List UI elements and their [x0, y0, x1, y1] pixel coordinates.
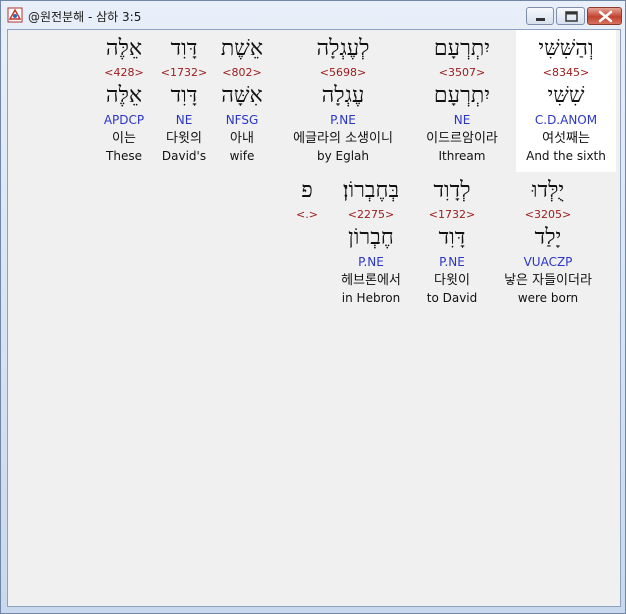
strong-number[interactable]: <8345>: [516, 66, 616, 80]
interlinear-panel: וְהַשִּׁשִּׁי <8345> שִׁשִּׁי C.D.ANOM 여…: [7, 29, 621, 607]
korean-gloss: 여섯째는: [542, 131, 590, 146]
hebrew-lemma: שִׁשִּׁי: [547, 83, 585, 108]
hebrew-lemma: חֶבְרוֹן: [348, 225, 394, 250]
app-logo-icon: [7, 7, 23, 23]
english-gloss: David's: [161, 149, 207, 163]
grammar-code: C.D.ANOM: [534, 113, 598, 127]
hebrew-lemma: אִשָּׁה: [221, 83, 263, 108]
grammar-code: VUACZP: [523, 255, 573, 269]
strong-number[interactable]: <2275>: [326, 208, 416, 222]
strong-number[interactable]: <5698>: [273, 66, 413, 80]
korean-gloss: 이드르암이라: [426, 131, 498, 146]
word-column[interactable]: יִתְרְעָם <3507> יִתְרְעָם NE 이드르암이라 Ith…: [412, 30, 512, 172]
english-gloss: These: [106, 149, 142, 163]
word-column[interactable]: פ <.>: [290, 172, 324, 314]
english-gloss: to David: [426, 291, 478, 305]
strong-number[interactable]: <802>: [216, 66, 268, 80]
hebrew-text: אֵלֶּה: [105, 36, 143, 61]
title-bar[interactable]: @원전분해 - 삼하 3:5: [1, 1, 625, 29]
korean-gloss: 헤브론에서: [341, 273, 401, 288]
english-gloss: in Hebron: [341, 291, 401, 305]
hebrew-text: פ: [301, 178, 313, 203]
word-column[interactable]: לְעֶגְלָה <5698> עֶגְלָה P.NE 에글라의 소생이니 …: [273, 30, 413, 172]
hebrew-text: לְדָוִד: [433, 178, 471, 203]
hebrew-text: דָּוִד: [170, 36, 198, 61]
korean-gloss: 아내: [230, 131, 254, 146]
grammar-code: P.NE: [439, 255, 465, 269]
strong-number[interactable]: <3507>: [412, 66, 512, 80]
hebrew-text: בְּחֶבְרוֹן׃: [342, 178, 400, 203]
grammar-code: P.NE: [358, 255, 384, 269]
strong-number[interactable]: <1732>: [156, 66, 212, 80]
korean-gloss: 에글라의 소생이니: [293, 131, 393, 146]
word-column[interactable]: לְדָוִד <1732> דָּוִד P.NE 다윗이 to David: [413, 172, 491, 314]
app-window: @원전분해 - 삼하 3:5 וְהַשִּׁשִּׁי <8345> שִׁש…: [0, 0, 626, 614]
hebrew-text: וְהַשִּׁשִּׁי: [538, 36, 594, 61]
hebrew-lemma: יִתְרְעָם: [433, 83, 491, 108]
english-gloss: And the sixth: [526, 149, 606, 163]
word-column[interactable]: יֻלְּדוּ <3205> יָלַד VUACZP 낳은 자들이더라 we…: [486, 172, 610, 314]
hebrew-lemma: עֶגְלָה: [321, 83, 365, 108]
hebrew-lemma: יָלַד: [534, 225, 562, 250]
korean-gloss: 다윗이: [434, 273, 470, 288]
hebrew-text: יִתְרְעָם: [433, 36, 491, 61]
strong-number[interactable]: <428>: [96, 66, 152, 80]
korean-gloss: 낳은 자들이더라: [504, 273, 592, 288]
word-column[interactable]: דָּוִד <1732> דָּוִד NE 다윗의 David's: [156, 30, 212, 172]
grammar-code: P.NE: [330, 113, 356, 127]
strong-number[interactable]: <3205>: [486, 208, 610, 222]
word-column[interactable]: בְּחֶבְרוֹן׃ <2275> חֶבְרוֹן P.NE 헤브론에서 …: [326, 172, 416, 314]
window-title: @원전분해 - 삼하 3:5: [28, 10, 142, 24]
grammar-code: APDCP: [103, 113, 145, 127]
word-column[interactable]: וְהַשִּׁשִּׁי <8345> שִׁשִּׁי C.D.ANOM 여…: [516, 30, 616, 172]
grammar-code: NFSG: [225, 113, 259, 127]
word-column[interactable]: אֵלֶּה <428> אֵלֶּה APDCP 이는 These: [96, 30, 152, 172]
strong-number[interactable]: <1732>: [413, 208, 491, 222]
english-gloss: were born: [517, 291, 579, 305]
word-column[interactable]: אֵשֶׁת <802> אִשָּׁה NFSG 아내 wife: [216, 30, 268, 172]
hebrew-text: יֻלְּדוּ: [531, 178, 565, 203]
english-gloss: wife: [229, 149, 255, 163]
maximize-icon: [565, 11, 578, 22]
hebrew-lemma: אֵלֶּה: [105, 83, 143, 108]
minimize-icon: [536, 18, 545, 21]
english-gloss: Ithream: [438, 149, 486, 163]
grammar-code: NE: [175, 113, 193, 127]
hebrew-text: לְעֶגְלָה: [316, 36, 370, 61]
english-gloss: by Eglah: [316, 149, 370, 163]
strong-number[interactable]: <.>: [290, 208, 324, 222]
hebrew-text: אֵשֶׁת: [220, 36, 264, 61]
hebrew-lemma: דָּוִד: [438, 225, 466, 250]
close-icon: [598, 10, 613, 23]
korean-gloss: 이는: [112, 131, 136, 146]
maximize-button[interactable]: [556, 7, 585, 25]
minimize-button[interactable]: [526, 7, 554, 25]
grammar-code: NE: [453, 113, 471, 127]
korean-gloss: 다윗의: [166, 131, 202, 146]
close-button[interactable]: [587, 7, 622, 25]
hebrew-lemma: דָּוִד: [170, 83, 198, 108]
